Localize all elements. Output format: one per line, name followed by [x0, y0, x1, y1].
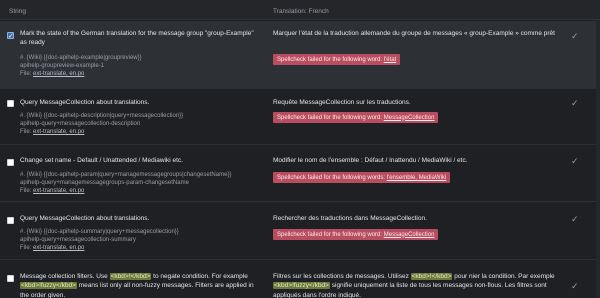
file-label: File:	[20, 245, 32, 252]
message-key: apihelp-query+managemessagegroups-param-…	[20, 180, 189, 187]
message-key: apihelp-query+messagecollection-summary	[20, 237, 136, 244]
target-column-header: Translation: French	[273, 8, 329, 15]
target-text-part: Filtres sur les collections de messages.…	[273, 273, 411, 280]
spellcheck-warning: Spellcheck failed for the following word…	[273, 229, 439, 240]
source-text-part: Message collection filters. Use	[20, 273, 110, 280]
kbd-highlight: <kbd>!</kbd>	[109, 273, 152, 280]
file-label: File:	[20, 71, 32, 78]
row-checkbox[interactable]	[7, 31, 14, 41]
kbd-highlight: <kbd>!fuzzy</kbd>	[273, 282, 330, 290]
source-string: Query MessageCollection about translatio…	[20, 215, 150, 222]
spellcheck-words: MessageCollection	[383, 114, 435, 121]
file-links[interactable]: ext-translate, en.po	[33, 71, 84, 77]
spellcheck-warning: Spellcheck failed for the following word…	[273, 112, 439, 123]
message-key: apihelp-query+messagecollection-descript…	[20, 121, 141, 128]
spellcheck-label: Spellcheck failed for the following word…	[277, 231, 383, 238]
checkmark-icon: ✓	[571, 99, 579, 109]
table-row[interactable]: Message collection filters. Use <kbd>!</…	[0, 261, 600, 298]
file-links[interactable]: ext-translate, en.po	[33, 245, 84, 251]
translation-string[interactable]: Requête MessageCollection sur les traduc…	[273, 98, 561, 107]
doc-reference: #. {Wiki} {{doc-apihelp-example|grouprev…	[20, 55, 142, 61]
table-row[interactable]: Query MessageCollection about translatio…	[0, 90, 600, 145]
table-header: String Translation: French	[0, 0, 600, 20]
source-string: Mark the state of the German translation…	[20, 30, 254, 47]
source-string: Message collection filters. Use <kbd>!</…	[20, 272, 258, 298]
file-label: File:	[20, 129, 32, 136]
spellcheck-warning: Spellcheck failed for the following word…	[273, 54, 401, 65]
row-checkbox[interactable]	[7, 159, 14, 166]
message-metadata: #. {Wiki} {{doc-apihelp-param|query+mana…	[20, 171, 260, 195]
source-text-part: to negate condition. For example	[151, 273, 248, 280]
checkmark-icon: ✓	[571, 32, 579, 42]
translation-string[interactable]: Marquer l'état de la traduction allemand…	[273, 29, 561, 38]
spellcheck-words: l'état	[383, 56, 397, 63]
file-label: File:	[20, 188, 32, 195]
doc-reference: #. {Wiki} {{doc-apihelp-param|query+mana…	[20, 172, 232, 178]
spellcheck-warning: Spellcheck failed for the following word…	[273, 172, 451, 183]
source-string: Change set name - Default / Unattended /…	[20, 157, 183, 164]
checkmark-icon: ✓	[571, 282, 579, 292]
target-text-part: pour nier la condition. Par exemple	[452, 273, 555, 280]
message-key: apihelp-groupreview-example-1	[20, 63, 105, 70]
spellcheck-words: l'ensemble, MediaWiki	[386, 174, 447, 181]
scrollbar[interactable]	[596, 20, 600, 298]
file-links[interactable]: ext-translate, en.po	[33, 188, 84, 194]
source-column-header: String	[9, 8, 26, 15]
doc-reference: #. {Wiki} {{doc-apihelp-description|quer…	[20, 113, 184, 119]
checkmark-icon: ✓	[571, 215, 579, 225]
table-row[interactable]: Mark the state of the German translation…	[0, 21, 600, 89]
spellcheck-words: MessageCollection	[383, 231, 435, 238]
file-links[interactable]: ext-translate, en.po	[33, 129, 84, 135]
spellcheck-label: Spellcheck failed for the following word…	[277, 114, 383, 121]
checkmark-icon: ✓	[571, 157, 579, 167]
row-checkbox[interactable]	[7, 275, 14, 282]
translation-string[interactable]: Modifier le nom de l'ensemble : Défaut /…	[273, 156, 561, 165]
table-row[interactable]: Change set name - Default / Unattended /…	[0, 146, 600, 202]
message-metadata: #. {Wiki} {{doc-apihelp-summary|query+me…	[20, 228, 260, 252]
table-row[interactable]: Query MessageCollection about translatio…	[0, 203, 600, 260]
kbd-highlight: <kbd>!fuzzy</kbd>	[20, 282, 77, 290]
spellcheck-label: Spellcheck failed for the following word…	[277, 174, 386, 181]
spellcheck-label: Spellcheck failed for the following word…	[277, 56, 383, 63]
kbd-highlight: <kbd>!</kbd>	[410, 273, 453, 280]
translation-string[interactable]: Rechercher des traductions dans MessageC…	[273, 214, 561, 223]
doc-reference: #. {Wiki} {{doc-apihelp-summary|query+me…	[20, 229, 179, 235]
row-checkbox[interactable]	[7, 100, 14, 107]
message-metadata: #. {Wiki} {{doc-apihelp-example|grouprev…	[20, 54, 260, 78]
message-metadata: #. {Wiki} {{doc-apihelp-description|quer…	[20, 112, 260, 136]
translation-string[interactable]: Filtres sur les collections de messages.…	[273, 272, 561, 298]
source-string: Query MessageCollection about translatio…	[20, 99, 150, 106]
row-checkbox[interactable]	[7, 217, 14, 224]
